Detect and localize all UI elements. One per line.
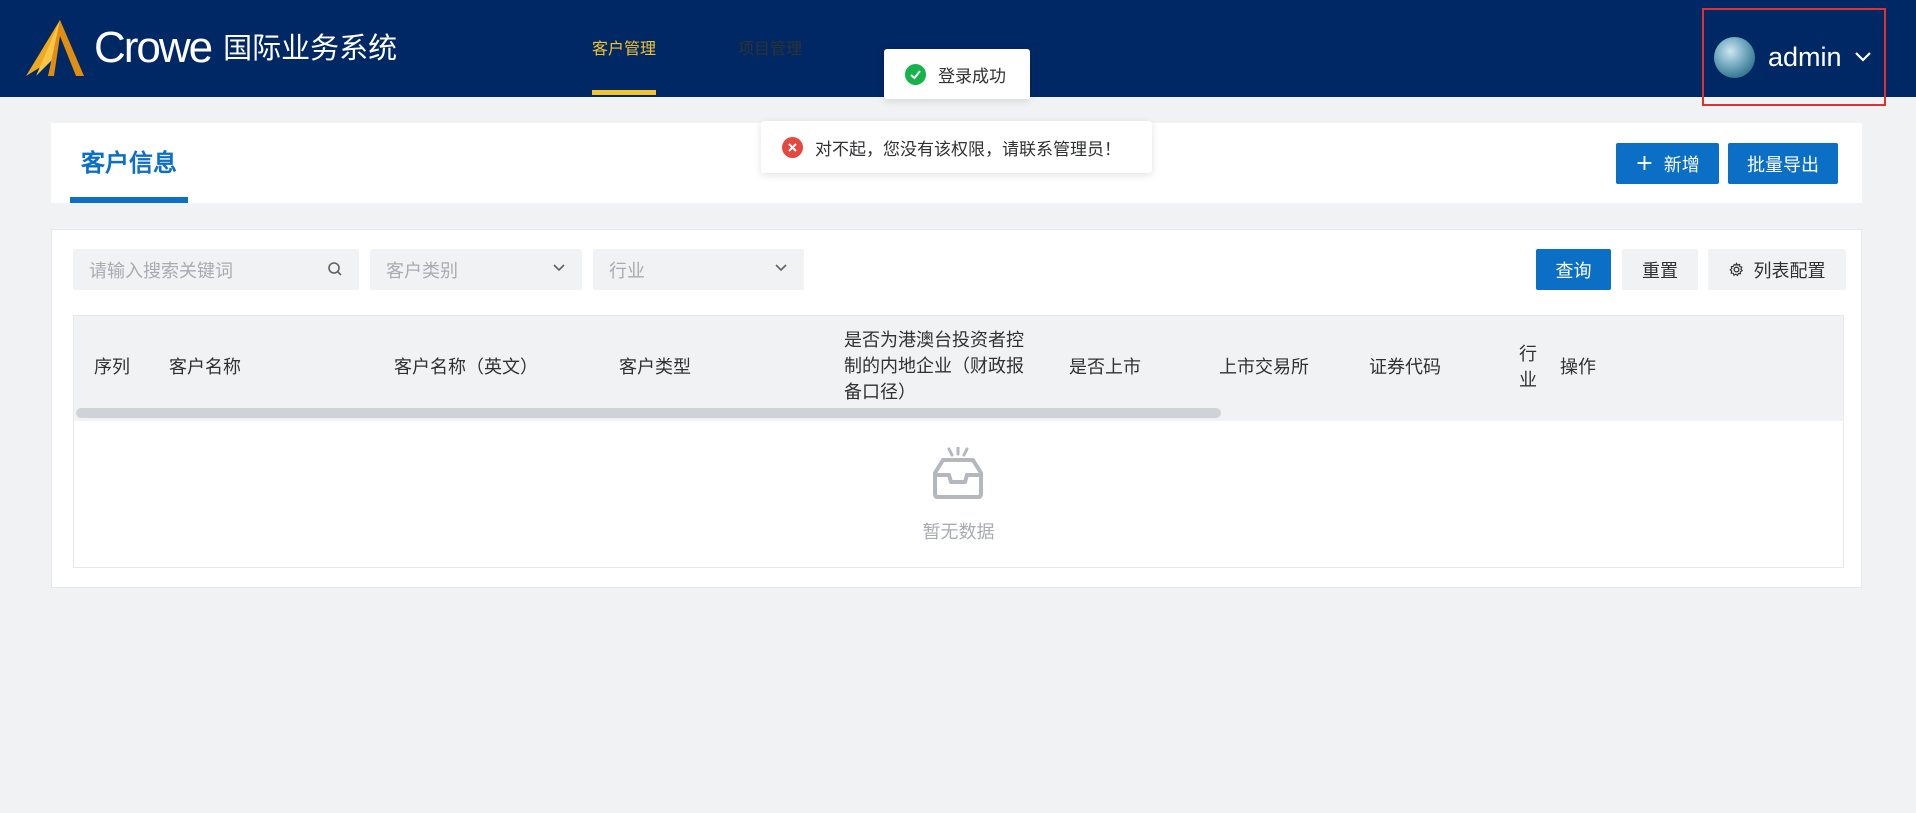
column-header-securities-code: 证券代码 — [1369, 357, 1441, 378]
check-circle-icon — [905, 63, 926, 85]
column-header-actions: 操作 — [1560, 357, 1596, 378]
avatar-icon[interactable] — [1714, 36, 1755, 78]
industry-select[interactable]: 行业 — [593, 249, 804, 290]
column-header-customer-name-en: 客户名称（英文） — [394, 357, 538, 378]
column-header-is-listed: 是否上市 — [1069, 357, 1141, 378]
column-header-customer-type: 客户类型 — [619, 357, 691, 378]
table-header: 序列 客户名称 客户名称（英文） 客户类型 是否为港澳台投资者控制的内地企业（财… — [74, 316, 1843, 421]
user-name[interactable]: admin — [1768, 42, 1842, 73]
list-config-label: 列表配置 — [1753, 260, 1826, 282]
reset-button[interactable]: 重置 — [1622, 249, 1698, 290]
success-toast-text: 登录成功 — [938, 66, 1006, 87]
batch-export-button[interactable]: 批量导出 — [1728, 143, 1838, 184]
list-config-button[interactable]: 列表配置 — [1708, 249, 1846, 290]
search-input[interactable]: 请输入搜索关键词 — [73, 249, 359, 290]
column-header-stock-exchange: 上市交易所 — [1219, 357, 1309, 378]
customer-type-select[interactable]: 客户类别 — [370, 249, 582, 290]
nav-customer-management[interactable]: 客户管理 — [592, 0, 657, 97]
search-input-placeholder: 请输入搜索关键词 — [89, 260, 233, 282]
logo-word: Crowe — [94, 23, 213, 72]
column-header-index: 序列 — [94, 357, 130, 378]
success-toast: 登录成功 — [884, 49, 1030, 99]
search-icon[interactable] — [327, 261, 343, 277]
add-button-label: 新增 — [1663, 154, 1700, 176]
crowe-logo-icon — [26, 20, 84, 76]
horizontal-scrollbar[interactable] — [76, 408, 1221, 418]
x-circle-icon — [782, 136, 803, 158]
error-toast: 对不起，您没有该权限，请联系管理员！ — [761, 121, 1152, 173]
chevron-down-icon — [774, 263, 788, 273]
customer-list-card: 请输入搜索关键词 客户类别 行业 查询 重置 列表配置 序列 客户名称 客户名称… — [51, 229, 1862, 588]
chevron-down-icon — [552, 263, 566, 273]
error-toast-text: 对不起，您没有该权限，请联系管理员！ — [815, 139, 1121, 160]
query-button[interactable]: 查询 — [1536, 249, 1611, 290]
plus-icon: + — [1635, 150, 1654, 176]
nav-project-management[interactable]: 项目管理 — [738, 0, 802, 97]
logo[interactable]: Crowe 国际业务系统 — [26, 20, 397, 76]
add-button[interactable]: + 新增 — [1616, 143, 1719, 184]
customer-table: 序列 客户名称 客户名称（英文） 客户类型 是否为港澳台投资者控制的内地企业（财… — [73, 315, 1844, 568]
empty-state-text: 暂无数据 — [922, 522, 995, 543]
column-header-hk-macao-taiwan-controlled: 是否为港澳台投资者控制的内地企业（财政报备口径） — [844, 330, 1024, 403]
logo-subtitle: 国际业务系统 — [223, 31, 398, 65]
empty-state: 暂无数据 — [74, 421, 1843, 567]
column-header-industry-scope: 行业口径 — [1519, 344, 1537, 391]
user-menu[interactable]: admin — [1702, 8, 1886, 106]
column-header-customer-name: 客户名称 — [169, 357, 241, 378]
customer-type-placeholder: 客户类别 — [386, 260, 458, 282]
gear-icon — [1728, 262, 1743, 277]
tab-customer-info[interactable]: 客户信息 — [70, 123, 188, 203]
chevron-down-icon[interactable] — [1854, 51, 1872, 63]
empty-inbox-icon — [933, 447, 983, 499]
industry-placeholder: 行业 — [609, 260, 645, 282]
